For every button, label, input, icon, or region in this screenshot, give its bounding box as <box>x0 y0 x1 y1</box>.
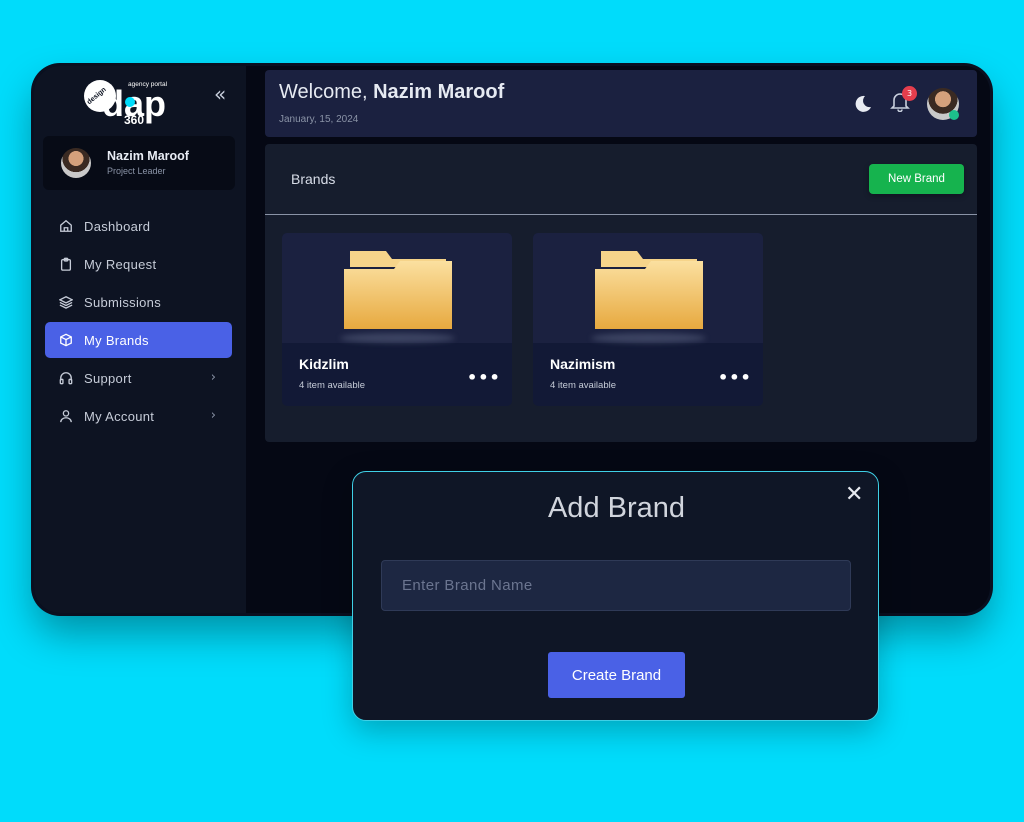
chevron-right-icon: › <box>210 370 216 385</box>
brand-card-kidzlim[interactable]: Kidzlim 4 item available ••• <box>282 233 512 406</box>
layers-icon <box>59 296 73 309</box>
clipboard-icon <box>60 257 72 271</box>
svg-text:agency portal: agency portal <box>128 81 168 88</box>
folder-shadow <box>591 333 706 343</box>
brand-name: Kidzlim <box>299 356 349 372</box>
user-role: Project Leader <box>107 166 166 176</box>
create-brand-button[interactable]: Create Brand <box>548 652 685 698</box>
add-brand-modal: Add Brand ✕ Create Brand <box>352 471 879 721</box>
moon-icon[interactable] <box>853 94 873 114</box>
home-icon <box>60 219 72 232</box>
new-brand-button[interactable]: New Brand <box>869 164 964 194</box>
more-options-icon[interactable]: ••• <box>467 368 501 387</box>
more-options-icon[interactable]: ••• <box>718 368 752 387</box>
welcome-message: Welcome, Nazim Maroof <box>279 81 505 103</box>
sidebar-item-label: My Request <box>84 256 157 272</box>
headphones-icon <box>59 372 73 385</box>
online-status-dot <box>949 110 959 120</box>
sidebar-item-label: Dashboard <box>84 218 151 234</box>
sidebar-item-my-account[interactable]: My Account › <box>45 398 232 434</box>
sidebar-item-support[interactable]: Support › <box>45 360 232 396</box>
current-date: January, 15, 2024 <box>279 114 359 125</box>
user-icon <box>60 410 72 423</box>
svg-text:360: 360 <box>124 113 144 126</box>
cube-icon <box>60 333 72 347</box>
sidebar-item-my-brands[interactable]: My Brands <box>45 322 232 358</box>
panel-title: Brands <box>291 171 336 187</box>
brand-item-count: 4 item available <box>299 380 366 391</box>
chevron-right-icon: › <box>210 408 216 423</box>
brand-name-input[interactable] <box>381 560 851 611</box>
user-card[interactable]: Nazim Maroof Project Leader <box>43 136 235 190</box>
brand-name: Nazimism <box>550 356 616 372</box>
top-header: Welcome, Nazim Maroof January, 15, 2024 … <box>265 70 977 137</box>
sidebar-item-label: Submissions <box>84 294 161 310</box>
sidebar-nav: Dashboard My Request Submissions My Bran… <box>45 208 232 436</box>
sidebar-item-my-request[interactable]: My Request <box>45 246 232 282</box>
sidebar-item-dashboard[interactable]: Dashboard <box>45 208 232 244</box>
modal-title: Add Brand <box>547 492 686 524</box>
brand-card-nazimism[interactable]: Nazimism 4 item available ••• <box>533 233 763 406</box>
sidebar-item-label: Support <box>84 370 132 386</box>
brands-panel: Brands New Brand Kidzlim 4 item availabl… <box>265 144 977 442</box>
user-name: Nazim Maroof <box>107 149 189 163</box>
sidebar-item-label: My Brands <box>84 332 149 348</box>
close-icon[interactable]: ✕ <box>845 482 863 507</box>
avatar <box>61 148 91 178</box>
sidebar: design dap agency portal 360 « Nazim Mar… <box>34 66 246 613</box>
sidebar-item-label: My Account <box>84 408 155 424</box>
collapse-sidebar-button[interactable]: « <box>214 82 226 106</box>
folder-icon <box>344 251 452 329</box>
brand-item-count: 4 item available <box>550 380 617 391</box>
folder-shadow <box>340 333 455 343</box>
divider <box>265 214 977 215</box>
notification-badge: 3 <box>902 86 917 101</box>
folder-icon <box>595 251 703 329</box>
sidebar-item-submissions[interactable]: Submissions <box>45 284 232 320</box>
app-logo: design dap agency portal 360 <box>84 80 168 126</box>
